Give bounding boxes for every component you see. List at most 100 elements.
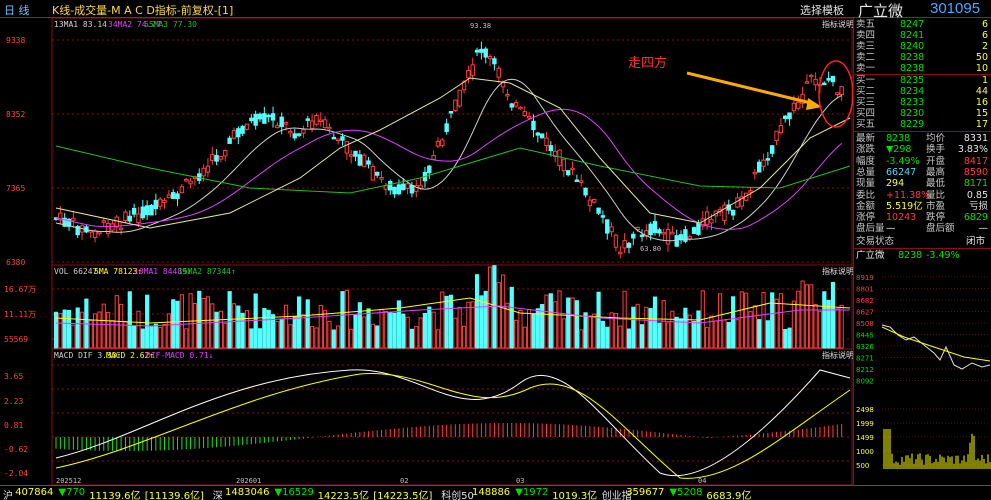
ma13-legend: 13MA1 83.14 [54, 20, 107, 29]
index-item[interactable]: 深 [213, 487, 223, 500]
vol-15ma-legend: 15MA2 87344↑ [178, 267, 236, 276]
volume-bar [331, 329, 336, 349]
volume-bar [231, 303, 237, 349]
index-item[interactable]: 1483046 [225, 487, 270, 498]
sell-price: 8238 [900, 52, 925, 63]
macd-histogram [55, 369, 851, 479]
sell-row[interactable]: 卖四 8241 6 [854, 30, 991, 41]
index-item[interactable]: 407864 [15, 487, 53, 498]
volume-bar [132, 325, 137, 349]
price-volume-macd-chart[interactable]: 9338 8352 7365 6380 16.67万 11.11万 55569 3.65 2.2… [0, 17, 854, 486]
volume-bar [388, 312, 393, 349]
candle-body [722, 204, 727, 221]
volume-bar [639, 324, 645, 349]
candle-body [197, 173, 202, 181]
mini-stock-name: 广立微 [856, 250, 885, 261]
index-item[interactable]: ▼770 [58, 487, 85, 498]
volume-bar [566, 297, 571, 349]
volume-bar [288, 324, 293, 349]
buy-row[interactable]: 买四 8230 15 [854, 108, 991, 119]
chart-area[interactable]: 9338 8352 7365 6380 16.67万 11.11万 55569 3.65 2.2… [0, 17, 854, 486]
candle-body [388, 181, 393, 191]
sell-volume: 6 [981, 19, 988, 30]
candle-body [457, 89, 462, 107]
sell-row[interactable]: 卖三 8240 2 [854, 41, 991, 52]
volume-bar [105, 311, 111, 349]
index-item[interactable]: 11139.6亿 [89, 487, 140, 500]
volume-bar [557, 290, 562, 349]
sell-row[interactable]: 卖五 8247 6 [854, 19, 991, 30]
index-item[interactable]: ▼5208 [669, 487, 702, 498]
ma55-line [55, 145, 851, 194]
candle-body [709, 219, 714, 224]
candle-body [435, 140, 441, 147]
index-item[interactable]: [11139.6亿] [145, 487, 204, 500]
index-item[interactable]: 6683.9亿 [706, 487, 751, 500]
quote-value: — [886, 223, 896, 235]
candle-body [366, 160, 371, 165]
candle-body [696, 222, 701, 235]
volume-bar [635, 303, 640, 349]
volume-bar [223, 322, 228, 349]
volume-bar [440, 291, 445, 349]
period-menu[interactable]: 日 线 [4, 2, 30, 18]
candle-body [774, 130, 779, 142]
index-item[interactable]: [14223.5亿] [373, 487, 432, 500]
volume-bar [136, 310, 141, 349]
mini-price-tick: 8445 [856, 332, 874, 340]
buy-row[interactable]: 买三 8233 16 [854, 97, 991, 108]
volume-bar [340, 291, 345, 349]
index-item[interactable]: ▼16529 [274, 487, 314, 498]
candle-body [470, 64, 475, 76]
index-item[interactable]: 沪 [3, 487, 13, 500]
buy-row[interactable]: 买五 8229 17 [854, 119, 991, 130]
volume-bar [487, 266, 493, 349]
sell-row[interactable]: 卖一 8238 10 [854, 63, 991, 74]
volume-bar [327, 320, 332, 349]
buy-row[interactable]: 买二 8234 44 [854, 86, 991, 97]
volume-bar [644, 306, 649, 349]
quote-row: 金额 5.519亿 市盈 亏损 [854, 201, 991, 212]
macd-y-tick: -2.04 [4, 469, 28, 478]
quote-row: 委比 +11.38% 量比 0.85 [854, 190, 991, 201]
candle-body [661, 232, 666, 235]
volume-indicator-help[interactable]: 指标说明 [822, 266, 854, 276]
candle-body [596, 207, 601, 214]
kline-indicator-help[interactable]: 指标说明 [822, 19, 854, 29]
template-select-button[interactable]: 选择模板 [800, 2, 844, 18]
volume-bar [817, 310, 823, 349]
index-item[interactable]: 科创50 [441, 487, 474, 500]
mini-divider [854, 248, 991, 249]
x-tick: 03 [516, 477, 524, 485]
candle-body [513, 101, 519, 107]
index-item[interactable]: 14223.5亿 [318, 487, 369, 500]
volume-bar [561, 318, 566, 349]
index-item[interactable]: 1019.3亿 [552, 487, 597, 500]
volume-bar [349, 328, 354, 349]
macd-y-tick: 3.65 [4, 372, 23, 381]
volume-bar [296, 296, 302, 349]
index-item[interactable]: ▼1972 [515, 487, 548, 498]
volume-bar [405, 316, 410, 349]
sell-row[interactable]: 卖二 8238 50 [854, 52, 991, 63]
volume-bar [149, 326, 154, 349]
volume-bar [218, 310, 224, 349]
kline-y-tick: 7365 [6, 184, 25, 193]
candle-body [639, 234, 645, 238]
buy-row[interactable]: 买一 8235 1 [854, 75, 991, 86]
index-item[interactable]: 359677 [626, 487, 664, 498]
volume-bar [336, 325, 341, 349]
buy-price: 8235 [900, 75, 925, 86]
volume-bar [665, 322, 671, 349]
macd-indicator-help[interactable]: 指标说明 [822, 350, 854, 360]
intraday-mini-chart[interactable]: 8919 8801 8682 8627 8508 8445 8326 8271 8212 8092… [854, 265, 991, 485]
volume-bar [670, 310, 675, 349]
candle-body [314, 115, 319, 125]
candle-body [665, 229, 671, 245]
volume-bar [809, 284, 814, 349]
candle-body [292, 133, 297, 139]
volume-bar [678, 318, 684, 349]
volume-bar [422, 312, 428, 349]
mini-price-tick: 8627 [856, 309, 874, 317]
index-item[interactable]: 148886 [472, 487, 510, 498]
